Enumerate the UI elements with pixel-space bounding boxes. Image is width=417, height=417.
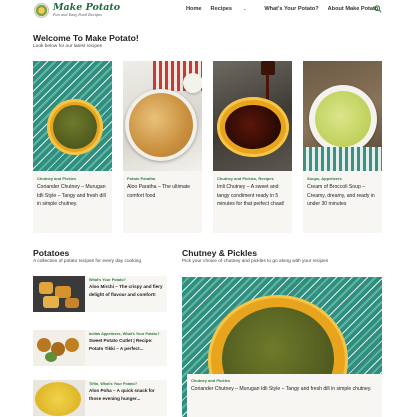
recipe-category[interactable]: Indian Appetizers, What's Your Potato?	[89, 332, 163, 336]
featured-card[interactable]: Potato Paratha Aloo Paratha – The ultima…	[123, 61, 202, 233]
recipe-category[interactable]: Soups, Appetizers	[307, 176, 378, 181]
recipe-category[interactable]: Chutney and Pickles	[37, 176, 108, 181]
recipe-photo[interactable]	[123, 61, 202, 171]
chutney-feature-panel[interactable]: Chutney and Pickles Coriander Chutney – …	[187, 374, 382, 417]
recipe-thumbnail[interactable]	[33, 380, 85, 416]
recipe-thumbnail[interactable]	[33, 330, 85, 366]
site-name[interactable]: Make Potato	[53, 2, 120, 13]
nav-item-whats-your-potato[interactable]: What's Your Potato?	[264, 6, 318, 12]
list-item[interactable]: What's Your Potato? Aloo Mirchi – The cr…	[33, 276, 167, 319]
site-header: Make Potato Fun and Easy Food Recipes Ho…	[0, 0, 417, 24]
chutney-title: Chutney & Pickles	[182, 248, 257, 258]
featured-card[interactable]: Chutney and Pickles Coriander Chutney – …	[33, 61, 112, 233]
nav-item-recipes-label: Recipes	[210, 6, 233, 12]
list-item[interactable]: Indian Appetizers, What's Your Potato? S…	[33, 330, 167, 373]
recipe-title[interactable]: Imli Chutney – A sweet and tangy condime…	[217, 183, 288, 209]
featured-card[interactable]: Chutney and Pickles, Recipes Imli Chutne…	[213, 61, 292, 233]
nav-item-about[interactable]: About Make Potato	[328, 6, 379, 12]
chevron-down-icon: ⌄	[243, 6, 247, 11]
welcome-title: Welcome To Make Potato!	[33, 33, 139, 43]
featured-card[interactable]: Soups, Appetizers Cream of Broccoli Soup…	[303, 61, 382, 233]
recipe-category[interactable]: Chutney and Pickles	[191, 378, 378, 383]
recipe-photo[interactable]	[303, 61, 382, 171]
recipe-photo[interactable]	[33, 61, 112, 171]
recipe-title[interactable]: Coriander Chutney – Murugan Idli Style –…	[191, 385, 378, 394]
logo-icon[interactable]	[34, 3, 49, 18]
nav-item-recipes[interactable]: Recipes ⌄	[211, 6, 256, 12]
recipe-title[interactable]: Aloo Poha – A quick snack for those even…	[89, 387, 163, 402]
welcome-subtitle: Look below for our latest recipes	[33, 44, 103, 49]
recipe-title[interactable]: Cream of Broccoli Soup – Creamy, dreamy,…	[307, 183, 378, 209]
recipe-title[interactable]: Aloo Mirchi – The crispy and fiery delig…	[89, 283, 163, 298]
recipe-title[interactable]: Sweet Potato Cutlet | Recipe: Potato Tik…	[89, 337, 163, 352]
recipe-title[interactable]: Coriander Chutney – Murugan Idli Style –…	[37, 183, 108, 209]
potatoes-title: Potatoes	[33, 248, 70, 258]
recipe-photo[interactable]	[213, 61, 292, 171]
search-icon[interactable]	[374, 5, 382, 13]
list-item[interactable]: Tiffin, What's Your Potato? Aloo Poha – …	[33, 380, 167, 417]
main-nav: Home Recipes ⌄ What's Your Potato? About …	[186, 6, 387, 12]
nav-item-home[interactable]: Home	[186, 6, 202, 12]
recipe-category[interactable]: Potato Paratha	[127, 176, 198, 181]
potatoes-subtitle: A collection of potato recipes for every…	[33, 259, 141, 264]
recipe-category[interactable]: Chutney and Pickles, Recipes	[217, 176, 288, 181]
site-tagline: Fun and Easy Food Recipes	[53, 13, 102, 17]
recipe-category[interactable]: Tiffin, What's Your Potato?	[89, 382, 163, 386]
recipe-thumbnail[interactable]	[33, 276, 85, 312]
recipe-category[interactable]: What's Your Potato?	[89, 278, 163, 282]
chutney-subtitle: Pick your choice of chutney and pickles …	[182, 259, 329, 264]
recipe-title[interactable]: Aloo Paratha – The ultimate comfort food	[127, 183, 198, 200]
